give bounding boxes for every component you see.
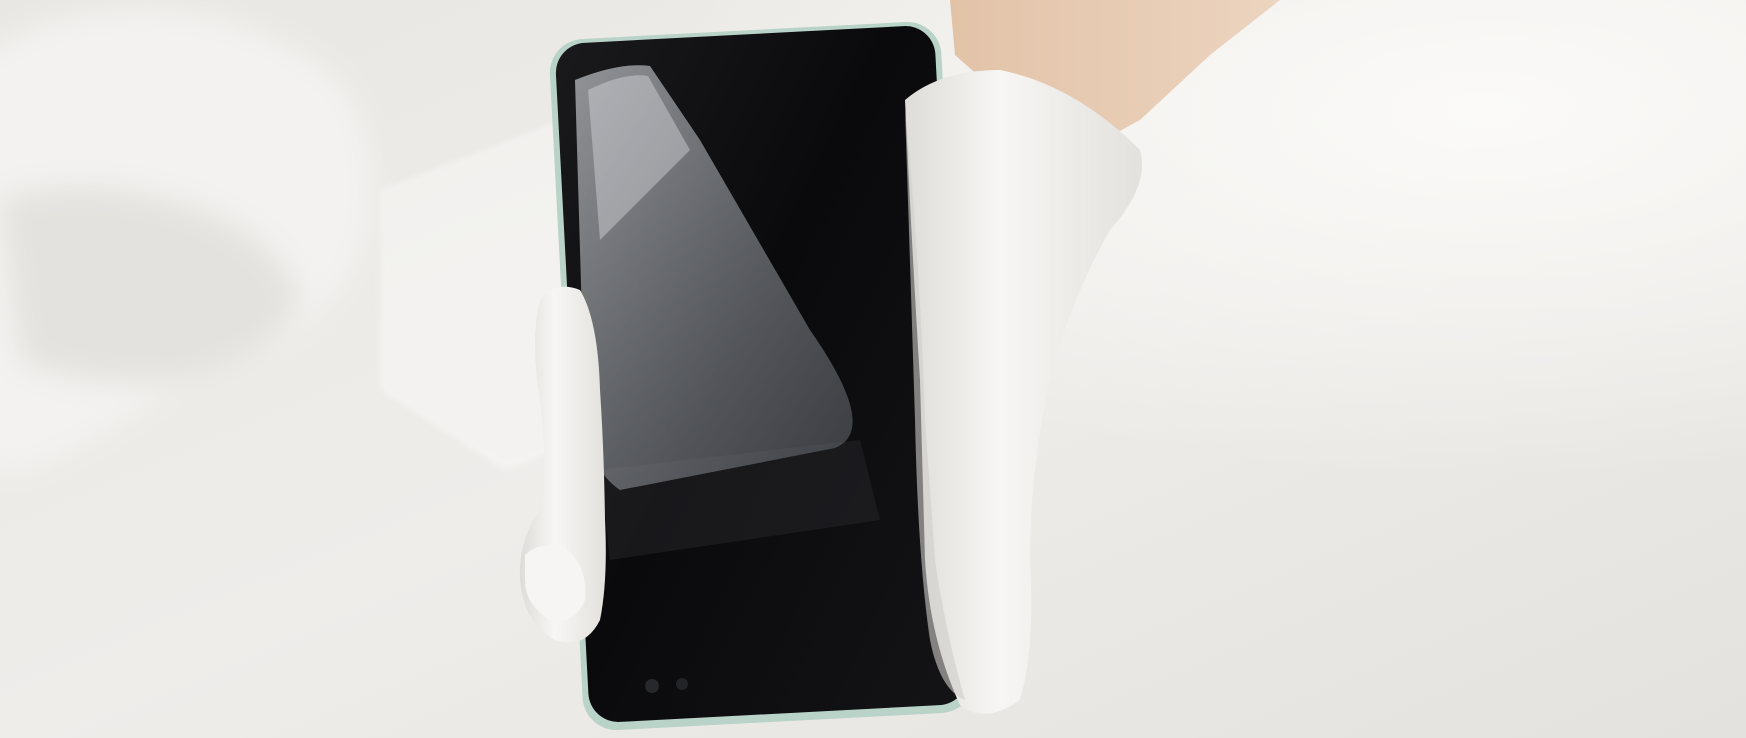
front-camera-icon (645, 679, 659, 693)
photo-scene (0, 0, 1746, 738)
photo-canvas (0, 0, 1746, 738)
front-camera-secondary-icon (676, 678, 688, 690)
